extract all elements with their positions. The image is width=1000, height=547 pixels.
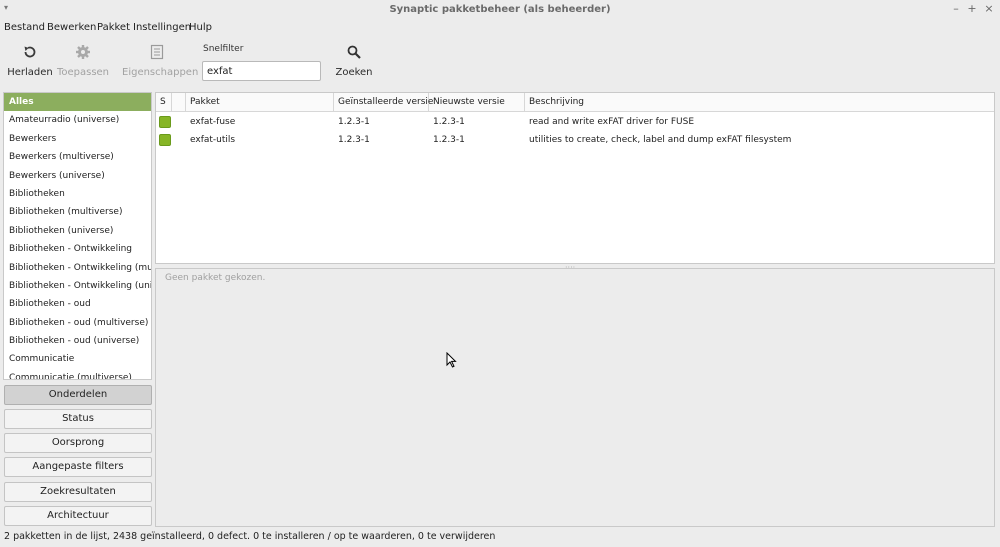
category-item[interactable]: Bibliotheken (universe) bbox=[4, 222, 151, 240]
package-name: exfat-utils bbox=[190, 135, 236, 145]
search-label: Zoeken bbox=[335, 67, 373, 78]
table-row[interactable]: exfat-utils 1.2.3-1 1.2.3-1 utilities to… bbox=[156, 131, 994, 149]
category-item[interactable]: Amateurradio (universe) bbox=[4, 111, 151, 129]
close-button[interactable]: × bbox=[982, 2, 996, 16]
column-header-description[interactable]: Beschrijving bbox=[525, 93, 994, 112]
reload-button[interactable]: Herladen bbox=[5, 38, 55, 88]
category-item-all[interactable]: Alles bbox=[4, 93, 151, 112]
properties-label: Eigenschappen bbox=[122, 67, 199, 78]
category-item[interactable]: Communicatie (multiverse) bbox=[4, 369, 151, 379]
category-item[interactable]: Bewerkers bbox=[4, 130, 151, 148]
sections-button[interactable]: Onderdelen bbox=[4, 385, 152, 405]
package-table: S Pakket Geïnstalleerde versie Nieuwste … bbox=[155, 92, 995, 264]
custom-filters-button[interactable]: Aangepaste filters bbox=[4, 457, 152, 477]
package-description: utilities to create, check, label and du… bbox=[529, 135, 792, 145]
column-header-latest-version[interactable]: Nieuwste versie bbox=[429, 93, 525, 112]
minimize-button[interactable]: – bbox=[949, 2, 963, 16]
package-details-pane: Geen pakket gekozen. bbox=[155, 268, 995, 527]
category-item[interactable]: Bibliotheken - Ontwikkeling bbox=[4, 240, 151, 258]
search-icon bbox=[333, 44, 375, 60]
category-item[interactable]: Communicatie bbox=[4, 350, 151, 368]
installed-version: 1.2.3-1 bbox=[338, 117, 370, 127]
menu-settings[interactable]: Instellingen bbox=[133, 22, 191, 33]
no-package-selected-text: Geen pakket gekozen. bbox=[165, 273, 266, 283]
category-item[interactable]: Bibliotheken bbox=[4, 185, 151, 203]
reload-label: Herladen bbox=[7, 67, 53, 78]
category-item[interactable]: Bewerkers (multiverse) bbox=[4, 148, 151, 166]
menu-package[interactable]: Pakket bbox=[97, 22, 130, 33]
category-item[interactable]: Bibliotheken - oud (multiverse) bbox=[4, 314, 151, 332]
latest-version: 1.2.3-1 bbox=[433, 135, 465, 145]
window-title: Synaptic pakketbeheer (als beheerder) bbox=[389, 4, 611, 15]
properties-icon bbox=[122, 44, 192, 60]
column-header-status[interactable]: S bbox=[156, 93, 172, 112]
status-button[interactable]: Status bbox=[4, 409, 152, 429]
category-list[interactable]: Alles Amateurradio (universe) Bewerkers … bbox=[3, 92, 152, 380]
category-item[interactable]: Bibliotheken - oud bbox=[4, 295, 151, 313]
table-row[interactable]: exfat-fuse 1.2.3-1 1.2.3-1 read and writ… bbox=[156, 113, 994, 131]
apply-button[interactable]: Toepassen bbox=[56, 38, 110, 88]
package-description: read and write exFAT driver for FUSE bbox=[529, 117, 695, 127]
search-results-button[interactable]: Zoekresultaten bbox=[4, 482, 152, 502]
category-item[interactable]: Bewerkers (universe) bbox=[4, 167, 151, 185]
reload-icon bbox=[5, 44, 55, 60]
origin-button[interactable]: Oorsprong bbox=[4, 433, 152, 453]
search-button[interactable]: Zoeken bbox=[333, 38, 375, 88]
menu-bar: Bestand Bewerken Pakket Instellingen Hul… bbox=[0, 20, 1000, 36]
properties-button[interactable]: Eigenschappen bbox=[122, 38, 199, 88]
package-name: exfat-fuse bbox=[190, 117, 236, 127]
category-item[interactable]: Bibliotheken - Ontwikkeling (multive bbox=[4, 259, 151, 277]
installed-status-icon[interactable] bbox=[159, 116, 171, 128]
status-bar-text: 2 pakketten in de lijst, 2438 geïnstalle… bbox=[4, 531, 496, 542]
menu-file[interactable]: Bestand bbox=[4, 22, 45, 33]
category-item[interactable]: Bibliotheken - oud (universe) bbox=[4, 332, 151, 350]
mouse-cursor-icon bbox=[446, 351, 457, 371]
column-header-support[interactable] bbox=[172, 93, 186, 112]
latest-version: 1.2.3-1 bbox=[433, 117, 465, 127]
column-header-installed-version[interactable]: Geïnstalleerde versie bbox=[334, 93, 433, 112]
installed-status-icon[interactable] bbox=[159, 134, 171, 146]
column-header-package[interactable]: Pakket bbox=[186, 93, 334, 112]
maximize-button[interactable]: + bbox=[965, 2, 979, 16]
installed-version: 1.2.3-1 bbox=[338, 135, 370, 145]
toolbar: Herladen Toepassen Eigenschappen Snelfil… bbox=[0, 38, 1000, 90]
architecture-button[interactable]: Architectuur bbox=[4, 506, 152, 526]
menu-edit[interactable]: Bewerken bbox=[47, 22, 96, 33]
quickfilter-label: Snelfilter bbox=[203, 44, 244, 54]
category-item[interactable]: Bibliotheken - Ontwikkeling (univer bbox=[4, 277, 151, 295]
table-header: S Pakket Geïnstalleerde versie Nieuwste … bbox=[156, 93, 994, 112]
gear-icon bbox=[56, 44, 110, 60]
quickfilter-input[interactable] bbox=[202, 61, 321, 81]
title-bar: ▾ Synaptic pakketbeheer (als beheerder) … bbox=[0, 0, 1000, 21]
menu-help[interactable]: Hulp bbox=[189, 22, 212, 33]
apply-label: Toepassen bbox=[56, 67, 110, 78]
category-item[interactable]: Bibliotheken (multiverse) bbox=[4, 203, 151, 221]
